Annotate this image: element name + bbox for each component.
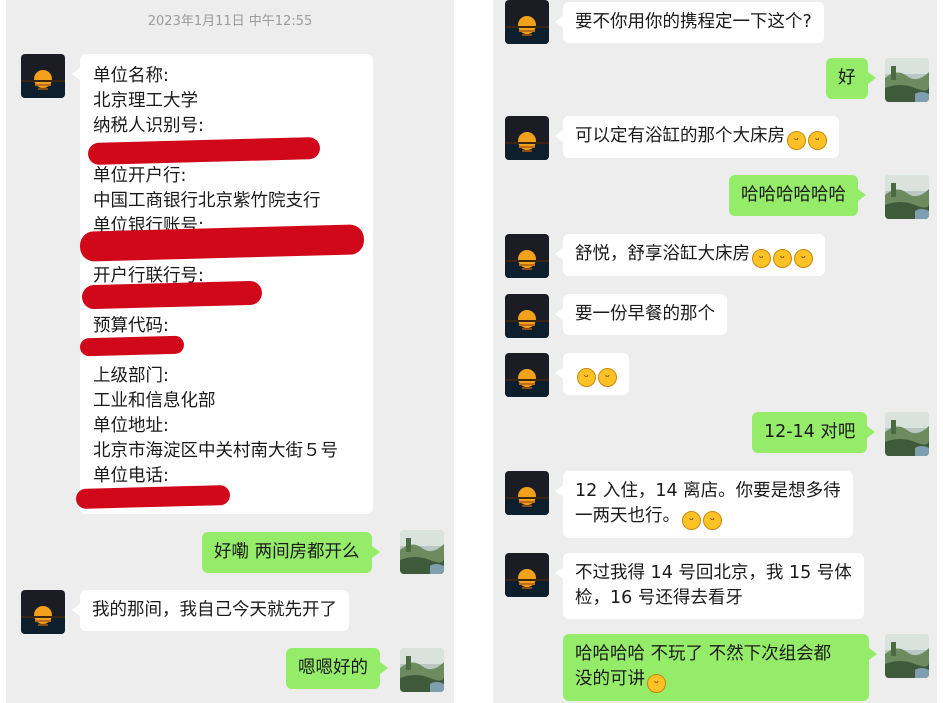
sunset-avatar-image (505, 553, 549, 597)
right-chat-panel: 要不你用你的携程定一下这个? 好 可以定有浴缸的那个大床房 ᵕ ᵕ 哈哈哈哈哈哈 舒… (493, 0, 937, 703)
sent-message[interactable]: 好 (826, 58, 875, 99)
message-text: 12 入住，14 离店。你要是想多待 (575, 481, 841, 501)
redaction-mark (75, 484, 231, 510)
redaction-mark (79, 335, 185, 357)
sunset-avatar-image (505, 294, 549, 338)
landscape-avatar-image (885, 58, 929, 102)
contact-avatar[interactable] (505, 294, 549, 338)
message-text: 检，16 号还得去看牙 (575, 588, 743, 608)
landscape-avatar-image (400, 530, 444, 574)
info-line: 北京理工大学 (93, 91, 198, 111)
message-text: 一两天也行。 (575, 506, 680, 526)
info-line: 纳税人识别号: (93, 116, 204, 136)
grinning-face-emoji: ᵕ (752, 249, 771, 268)
contact-avatar[interactable] (505, 116, 549, 160)
info-line: 单位电话: (93, 466, 169, 486)
message-timestamp: 2023年1月11日 中午12:55 (147, 14, 313, 29)
contact-avatar[interactable] (505, 553, 549, 597)
my-avatar[interactable] (885, 634, 929, 678)
contact-avatar[interactable] (505, 471, 549, 515)
contact-avatar[interactable] (21, 54, 65, 98)
sent-message[interactable]: 哈哈哈哈哈哈 (729, 175, 866, 216)
received-message[interactable]: 不过我得 14 号回北京，我 15 号体 检，16 号还得去看牙 (555, 553, 864, 619)
info-line: 中国工商银行北京紫竹院支行 (93, 191, 321, 211)
received-message[interactable]: 我的那间，我自己今天就先开了 (72, 590, 349, 631)
received-message[interactable]: 12 入住，14 离店。你要是想多待 一两天也行。 ᵕ ᵕ (555, 471, 853, 538)
sunset-avatar-image (505, 353, 549, 397)
redaction-mark (81, 280, 263, 310)
left-chat-panel: 2023年1月11日 中午12:55 单位名称: 北京理工大学 纳税人识别号: … (6, 0, 454, 703)
message-text: 哈哈哈哈 不玩了 不然下次组会都 (575, 644, 832, 664)
sunset-avatar-image (21, 54, 65, 98)
my-avatar[interactable] (885, 58, 929, 102)
sunset-avatar-image (505, 471, 549, 515)
laughing-face-emoji: ᵕ (647, 674, 666, 693)
info-line: 单位地址: (93, 416, 169, 436)
info-line: 预算代码: (93, 316, 169, 336)
message-text: 可以定有浴缸的那个大床房 (575, 126, 785, 146)
received-message[interactable]: 要一份早餐的那个 (555, 294, 727, 335)
sent-message[interactable]: 好嘞 两间房都开么 (202, 532, 380, 573)
info-line: 工业和信息化部 (93, 391, 216, 411)
grinning-face-emoji: ᵕ (808, 131, 827, 150)
sunset-avatar-image (505, 0, 549, 44)
grinning-face-emoji: ᵕ (598, 368, 617, 387)
contact-avatar[interactable] (505, 353, 549, 397)
message-text: 没的可讲 (575, 669, 645, 689)
received-emoji-message[interactable]: ᵕᵕ (555, 353, 629, 395)
landscape-avatar-image (885, 634, 929, 678)
sent-message[interactable]: 嗯嗯好的 (286, 648, 388, 689)
landscape-avatar-image (400, 648, 444, 692)
my-avatar[interactable] (885, 412, 929, 456)
sunset-avatar-image (21, 590, 65, 634)
landscape-avatar-image (885, 412, 929, 456)
grinning-face-emoji: ᵕ (682, 511, 701, 530)
sent-message[interactable]: 12-14 对吧 (752, 412, 876, 453)
info-line: 单位开户行: (93, 166, 187, 186)
message-text: 不过我得 14 号回北京，我 15 号体 (575, 563, 852, 583)
my-avatar[interactable] (400, 648, 444, 692)
grinning-face-emoji: ᵕ (794, 249, 813, 268)
sunset-avatar-image (505, 234, 549, 278)
contact-avatar[interactable] (21, 590, 65, 634)
info-line: 单位名称: (93, 66, 169, 86)
message-text: 舒悦，舒享浴缸大床房 (575, 244, 750, 264)
received-message[interactable]: 要不你用你的携程定一下这个? (555, 2, 824, 43)
info-line: 北京市海淀区中关村南大街５号 (93, 441, 338, 461)
received-message[interactable]: 可以定有浴缸的那个大床房 ᵕ ᵕ (555, 116, 839, 158)
sent-message[interactable]: 哈哈哈哈 不玩了 不然下次组会都 没的可讲 ᵕ (563, 634, 877, 701)
contact-avatar[interactable] (505, 0, 549, 44)
landscape-avatar-image (885, 175, 929, 219)
grinning-face-emoji: ᵕ (773, 249, 792, 268)
grinning-face-emoji: ᵕ (577, 368, 596, 387)
received-message[interactable]: 舒悦，舒享浴缸大床房 ᵕ ᵕ ᵕ (555, 234, 825, 276)
grinning-face-emoji: ᵕ (703, 511, 722, 530)
my-avatar[interactable] (885, 175, 929, 219)
sunset-avatar-image (505, 116, 549, 160)
my-avatar[interactable] (400, 530, 444, 574)
contact-avatar[interactable] (505, 234, 549, 278)
info-line: 上级部门: (93, 366, 169, 386)
grinning-face-emoji: ᵕ (787, 131, 806, 150)
